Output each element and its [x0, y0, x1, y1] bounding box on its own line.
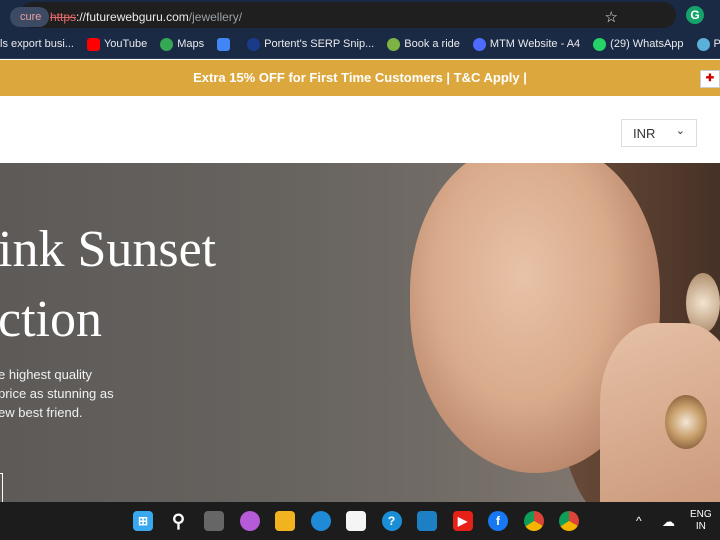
bookmark-item[interactable]: Products: [696, 37, 720, 51]
bookmark-item[interactable]: ls export busi...: [0, 38, 74, 50]
omnibox[interactable]: cure https://futurewebguru.com/jewellery…: [10, 2, 676, 28]
bookmark-item[interactable]: Maps: [160, 37, 204, 51]
security-indicator[interactable]: cure: [10, 7, 50, 27]
grammarly-icon[interactable]: G: [686, 6, 704, 24]
bookmark-item[interactable]: [217, 37, 234, 51]
task-view-icon[interactable]: [204, 511, 224, 531]
bookmark-item[interactable]: (29) WhatsApp: [593, 37, 684, 51]
star-icon[interactable]: ☆: [605, 8, 618, 26]
youtube-icon[interactable]: ▶: [452, 511, 473, 531]
bookmark-item[interactable]: Portent's SERP Snip...: [247, 37, 374, 51]
onedrive-icon[interactable]: ☁: [662, 514, 675, 530]
taskbar: ^ ☁ ENG IN ⊞ ⚲? ▶ f: [0, 502, 720, 540]
chrome-icon[interactable]: [523, 511, 544, 531]
docs-icon: [217, 37, 231, 51]
file-explorer-icon[interactable]: [275, 511, 295, 531]
hero-description: e highest quality price as stunning as ew…: [0, 367, 114, 420]
bookmark-item[interactable]: MTM Website - A4: [472, 37, 580, 51]
help-icon[interactable]: ?: [381, 511, 402, 531]
hero-image-ring: [665, 395, 707, 449]
edge-icon[interactable]: [310, 511, 331, 531]
start-icon[interactable]: ⊞: [133, 511, 153, 531]
ride-icon: [387, 37, 401, 51]
canva-icon: [472, 37, 486, 51]
mybp-icon[interactable]: [417, 511, 437, 531]
hero-title: ink Sunset ction: [0, 221, 217, 348]
hero-cta-button[interactable]: [0, 473, 3, 502]
language-indicator[interactable]: ENG IN: [690, 509, 712, 533]
currency-select[interactable]: INR ⌄: [621, 119, 697, 147]
bookmark-item[interactable]: Book a ride: [387, 37, 460, 51]
url-text[interactable]: https://futurewebguru.com/jewellery/: [50, 10, 242, 24]
address-bar-area: cure https://futurewebguru.com/jewellery…: [0, 0, 720, 30]
hero-banner: ink Sunset ction e highest quality price …: [0, 163, 720, 502]
facebook-icon[interactable]: f: [488, 511, 508, 531]
maps-icon: [160, 37, 174, 51]
bookmark-item[interactable]: YouTube: [86, 37, 147, 51]
site-header: [0, 96, 720, 163]
copilot-icon[interactable]: [239, 511, 260, 531]
store-icon[interactable]: [346, 511, 366, 531]
products-icon: [696, 37, 710, 51]
chevron-up-icon[interactable]: ^: [636, 514, 642, 528]
chrome-profile-icon[interactable]: [559, 511, 579, 531]
chevron-down-icon: ⌄: [675, 125, 685, 137]
promo-text: Extra 15% OFF for First Time Customers |…: [193, 70, 527, 85]
bookmarks-bar: ls export busi... YouTube Maps Portent's SE…: [0, 30, 720, 59]
portent-icon: [247, 37, 261, 51]
search-icon[interactable]: ⚲: [169, 511, 189, 531]
youtube-icon: [86, 37, 100, 51]
promo-banner: Extra 15% OFF for First Time Customers |…: [0, 60, 720, 96]
uk-flag-icon[interactable]: ✚: [700, 70, 720, 88]
whatsapp-icon: [593, 37, 607, 51]
